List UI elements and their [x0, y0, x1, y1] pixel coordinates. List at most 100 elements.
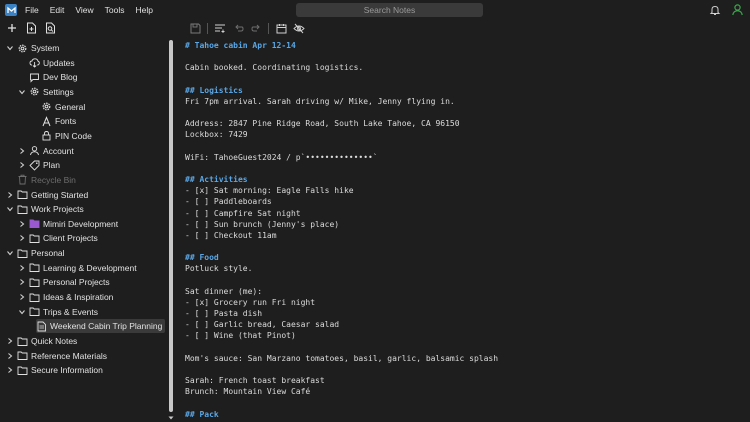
note-text-line: Cabin booked. Coordinating logistics. [185, 63, 364, 73]
gear-icon [41, 101, 52, 112]
note-heading-line: ## Food [185, 253, 219, 263]
app-logo-icon [5, 4, 17, 16]
redo-icon[interactable] [249, 21, 263, 35]
sidebar-item-label: Client Projects [43, 233, 98, 244]
sidebar-item-label: Reference Materials [31, 350, 108, 361]
note-icon [36, 321, 47, 332]
note-heading-line: # Tahoe cabin Apr 12-14 [185, 41, 296, 50]
sidebar-item-mimiri-development[interactable]: Mimiri Development [18, 217, 118, 231]
note-text-line: - [ ] Wine (that Pinot) [185, 331, 296, 341]
add-note-button[interactable] [5, 21, 19, 35]
sidebar-item-label: Account [43, 145, 74, 156]
sidebar-item-ideas-inspiration[interactable]: Ideas & Inspiration [18, 290, 113, 304]
sidebar-item-label: Recycle Bin [31, 174, 76, 185]
save-icon[interactable] [188, 21, 202, 35]
sidebar-item-client-projects[interactable]: Client Projects [18, 231, 98, 245]
chevron-right-icon[interactable] [18, 264, 26, 272]
sidebar-item-label: PIN Code [55, 130, 92, 141]
menu-file[interactable]: File [25, 5, 39, 15]
sidebar-item-label: Learning & Development [43, 262, 137, 273]
editor-toolbar [186, 20, 308, 36]
folder-icon [17, 365, 28, 376]
menu-edit[interactable]: Edit [50, 5, 65, 15]
sidebar-item-dev-blog[interactable]: Dev Blog [18, 70, 78, 84]
sidebar-item-label: Secure Information [31, 365, 103, 376]
sidebar-item-reference-materials[interactable]: Reference Materials [6, 349, 107, 363]
menu-bar: File Edit View Tools Help [25, 5, 164, 15]
scroll-down-arrow-icon[interactable] [168, 413, 174, 420]
sidebar-item-label: Trips & Events [43, 306, 98, 317]
sidebar-item-quick-notes[interactable]: Quick Notes [6, 334, 77, 348]
note-text-line: Sarah: French toast breakfast [185, 376, 325, 386]
chevron-right-icon[interactable] [18, 278, 26, 286]
sidebar-item-getting-started[interactable]: Getting Started [6, 188, 88, 202]
calendar-icon[interactable] [274, 21, 288, 35]
chevron-right-icon[interactable] [18, 293, 26, 301]
chevron-right-icon[interactable] [18, 147, 26, 155]
chevron-down-icon[interactable] [6, 205, 14, 213]
gear-icon [29, 86, 40, 97]
folder-icon [17, 336, 28, 347]
undo-icon[interactable] [231, 21, 245, 35]
sidebar-item-plan[interactable]: Plan [18, 158, 60, 172]
sidebar-item-system[interactable]: System [6, 41, 59, 55]
sidebar-item-weekend-cabin-trip-planning[interactable]: Weekend Cabin Trip Planning [36, 319, 166, 334]
sidebar-item-learning-development[interactable]: Learning & Development [18, 261, 137, 275]
menu-tools[interactable]: Tools [105, 5, 125, 15]
chevron-right-icon[interactable] [18, 234, 26, 242]
sidebar-toolbar [0, 20, 172, 36]
sidebar-item-pin-code[interactable]: PIN Code [30, 129, 92, 143]
note-text-line: - [x] Grocery run Fri night [185, 297, 316, 307]
chevron-down-icon[interactable] [18, 308, 26, 316]
sidebar-item-label: Plan [43, 160, 61, 171]
user-avatar-icon[interactable] [731, 3, 744, 18]
chevron-right-icon[interactable] [6, 191, 14, 199]
chevron-down-icon[interactable] [6, 44, 14, 52]
sidebar-item-recycle-bin[interactable]: Recycle Bin [6, 173, 76, 187]
chevron-right-icon[interactable] [6, 337, 14, 345]
tag-icon [29, 160, 40, 171]
sidebar-item-label: Quick Notes [31, 336, 78, 346]
chevron-right-icon[interactable] [18, 220, 26, 228]
sidebar-item-label: Getting Started [31, 189, 89, 200]
sidebar-item-work-projects[interactable]: Work Projects [6, 202, 84, 216]
chevron-down-icon[interactable] [6, 249, 14, 257]
chevron-right-icon[interactable] [6, 366, 14, 374]
note-heading-line: ## Activities [185, 175, 248, 185]
sidebar-item-secure-information[interactable]: Secure Information [6, 363, 103, 377]
user-icon [29, 145, 40, 156]
folder-icon [29, 262, 40, 273]
sidebar-item-updates[interactable]: Updates [18, 56, 75, 70]
note-editor[interactable]: # Tahoe cabin Apr 12-14 Cabin booked. Coo… [180, 38, 750, 422]
sidebar-item-personal-projects[interactable]: Personal Projects [18, 275, 110, 289]
folder-icon [29, 233, 40, 244]
sidebar-item-trips-events[interactable]: Trips & Events [18, 305, 98, 319]
note-text-line: - [ ] Campfire Sat night [185, 208, 301, 218]
sidebar-scrollbar[interactable] [169, 40, 173, 412]
new-child-note-button[interactable] [24, 21, 38, 35]
note-text-line: - [ ] Checkout 11am [185, 230, 277, 240]
note-text-line: - [ ] Paddleboards [185, 197, 272, 207]
sidebar-item-personal[interactable]: Personal [6, 246, 65, 260]
sidebar-item-account[interactable]: Account [18, 144, 74, 158]
chevron-right-icon[interactable] [18, 161, 26, 169]
menu-help[interactable]: Help [135, 5, 152, 15]
note-heading-line: ## Logistics [185, 85, 243, 95]
note-text-line: Brunch: Mountain View Café [185, 387, 311, 397]
menu-view[interactable]: View [75, 5, 93, 15]
sidebar-item-settings[interactable]: Settings [18, 85, 74, 99]
note-text-line: - [ ] Pasta dish [185, 309, 263, 319]
search-input[interactable] [296, 3, 483, 17]
gear-icon [17, 43, 28, 54]
bell-icon[interactable] [709, 4, 721, 18]
format-list-icon[interactable] [213, 21, 227, 35]
chevron-down-icon[interactable] [18, 88, 26, 96]
chevron-right-icon[interactable] [6, 352, 14, 360]
search-notes-button[interactable] [43, 21, 57, 35]
sidebar-item-general[interactable]: General [30, 100, 85, 114]
hide-eye-icon[interactable] [292, 21, 306, 35]
sidebar-item-fonts[interactable]: Fonts [30, 114, 76, 128]
